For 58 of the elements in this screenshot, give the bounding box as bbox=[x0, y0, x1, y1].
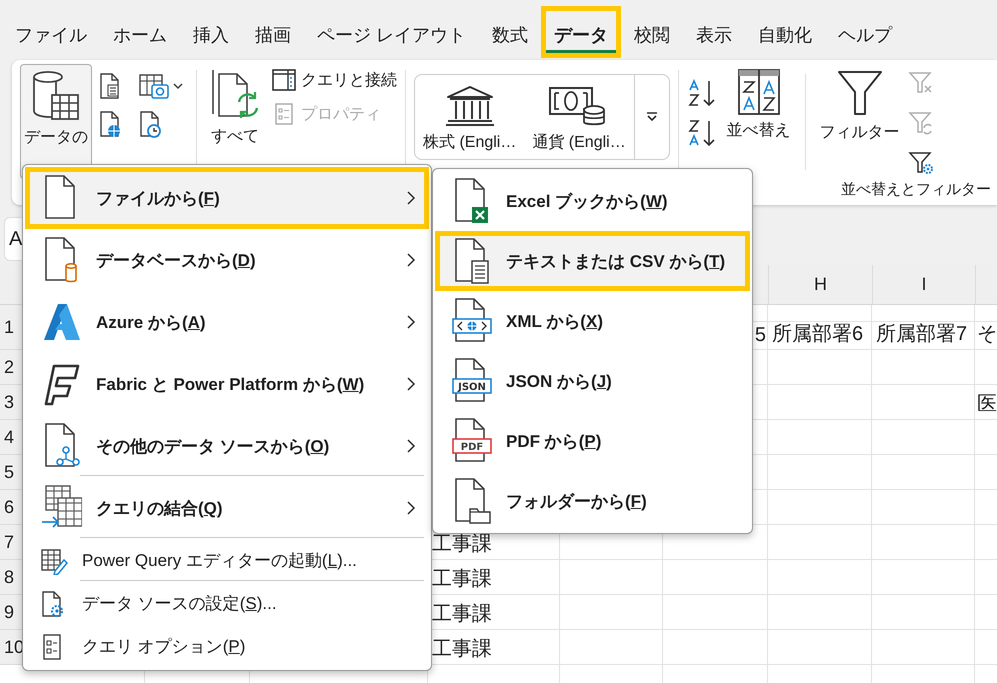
cylinder-table-icon bbox=[30, 69, 82, 123]
menu-item[interactable]: ファイルから(F) bbox=[25, 167, 429, 229]
ribbon-tab[interactable]: 描画 bbox=[242, 6, 304, 58]
ribbon-tab[interactable]: 自動化 bbox=[745, 6, 826, 58]
column-header[interactable]: H bbox=[768, 265, 872, 304]
ribbon-tab[interactable]: ファイル bbox=[2, 6, 100, 58]
table-cell-text: 工事課 bbox=[432, 567, 492, 592]
table-cell-text: 所属部署7 bbox=[876, 322, 968, 347]
caret-icon[interactable] bbox=[172, 81, 184, 91]
menu-item[interactable]: フォルダーから(F) bbox=[435, 471, 750, 531]
camera-table-icon[interactable] bbox=[138, 72, 170, 100]
panel-icon bbox=[271, 68, 297, 92]
chevron-icon bbox=[406, 314, 416, 330]
group-label: 並べ替えとフィルター bbox=[841, 180, 992, 199]
ribbon-button[interactable]: クエリと接続 bbox=[271, 68, 397, 92]
table-cell-text: 医 bbox=[977, 392, 997, 417]
table-cell-text: 所属部署6 bbox=[772, 322, 864, 347]
ribbon-tab[interactable]: 校閲 bbox=[621, 6, 684, 58]
chevron-icon bbox=[406, 500, 416, 516]
funnel-icon bbox=[836, 68, 884, 118]
branch-document-icon bbox=[42, 422, 82, 470]
table-cell-text: 工事課 bbox=[432, 637, 492, 662]
chevron-icon bbox=[406, 190, 416, 206]
table-cell-text: 工事課 bbox=[432, 602, 492, 627]
ribbon-tab[interactable]: 挿入 bbox=[180, 6, 242, 58]
caret-icon bbox=[644, 111, 659, 123]
column-header[interactable]: I bbox=[872, 265, 975, 304]
sort-grid-icon bbox=[736, 68, 781, 116]
table-cell-text: そ bbox=[977, 322, 997, 347]
filter-gear-icon[interactable] bbox=[908, 150, 934, 176]
filter-button[interactable]: フィルター bbox=[816, 64, 904, 147]
clock-document-icon[interactable] bbox=[138, 110, 162, 138]
chevron-icon bbox=[406, 252, 416, 268]
menu-item[interactable]: XML から(X) bbox=[435, 291, 750, 351]
ribbon-tab[interactable]: 表示 bbox=[683, 6, 746, 58]
table-pencil-icon bbox=[40, 546, 68, 574]
chevron-icon bbox=[406, 438, 416, 454]
ribbon-tab[interactable]: ヘルプ bbox=[825, 6, 906, 58]
text-document-icon bbox=[452, 237, 492, 285]
data-type-button[interactable]: 通貨 (Engli… bbox=[524, 75, 634, 159]
menu-item[interactable]: データベースから(D) bbox=[25, 229, 429, 291]
ribbon-tab[interactable]: データ bbox=[541, 6, 622, 58]
sort-button[interactable]: 並べ替え bbox=[722, 64, 795, 145]
globe-document-icon[interactable] bbox=[98, 110, 122, 138]
ribbon-tab[interactable]: ページ レイアウト bbox=[304, 6, 480, 58]
ribbon-tab[interactable]: ホーム bbox=[100, 6, 180, 58]
menu-item[interactable]: テキストまたは CSV から(T) bbox=[435, 231, 750, 291]
data-type-button[interactable]: 株式 (Engli… bbox=[415, 75, 524, 159]
folder-document-icon bbox=[452, 477, 492, 525]
table-cell-text: 工事課 bbox=[432, 532, 492, 557]
table-cell: 5 bbox=[754, 324, 766, 347]
refresh-all-button[interactable]: すべて bbox=[205, 64, 265, 151]
code-document-icon bbox=[452, 297, 492, 345]
menu-item[interactable]: PDF PDF から(P) bbox=[435, 411, 750, 471]
ribbon-tab[interactable]: 数式 bbox=[479, 6, 542, 58]
menu-item[interactable]: JSON JSON から(J) bbox=[435, 351, 750, 411]
chevron-icon bbox=[406, 376, 416, 392]
menu-item[interactable]: Excel ブックから(W) bbox=[435, 171, 750, 231]
